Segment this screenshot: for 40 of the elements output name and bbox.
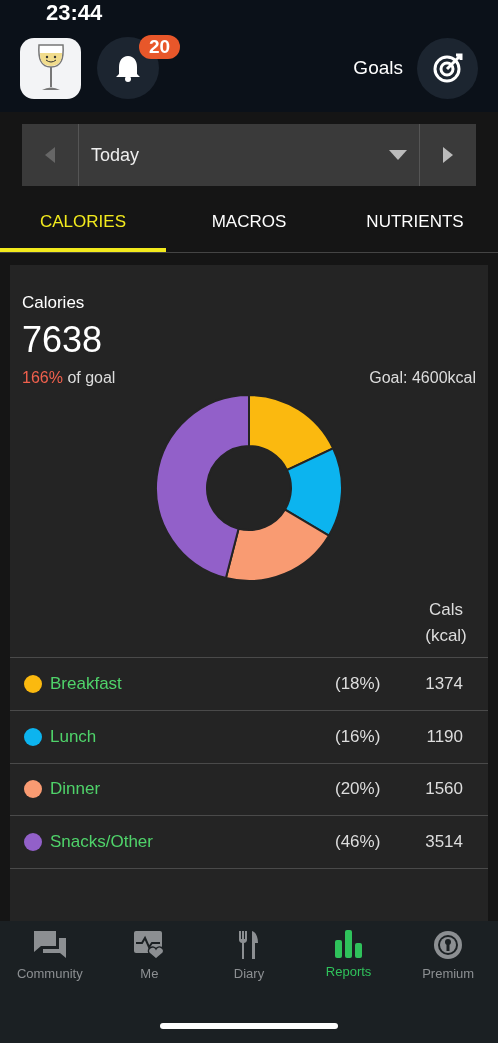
right-triangle-icon (443, 147, 453, 163)
left-triangle-icon (45, 147, 55, 163)
meal-name[interactable]: Dinner (50, 779, 335, 800)
meal-percent: (16%) (335, 726, 382, 747)
meal-percent: (20%) (335, 779, 382, 800)
chat-bubbles-icon (32, 930, 67, 960)
tab[interactable]: CALORIES (0, 196, 166, 252)
heart-monitor-icon (133, 930, 166, 960)
target-icon (431, 52, 464, 84)
meal-percent: (18%) (335, 673, 382, 694)
tab[interactable]: MACROS (166, 196, 332, 252)
meal-calories: 3514 (424, 832, 463, 853)
goals-label: Goals (353, 57, 403, 79)
app-logo[interactable] (20, 37, 81, 99)
bar-chart-icon (334, 930, 363, 958)
column-header: Cals (kcal) (424, 599, 468, 647)
nav-tab[interactable]: Premium (398, 929, 498, 989)
card-title: Calories (22, 293, 86, 313)
goal-value: Goal: 4600kcal (369, 369, 476, 387)
meal-calories: 1190 (425, 726, 463, 747)
date-dropdown[interactable]: Today (78, 124, 420, 186)
meal-percent: (46%) (335, 832, 382, 853)
meal-calories: 1374 (424, 673, 463, 694)
calorie-total: 7638 (22, 319, 104, 361)
nav-tab[interactable]: Diary (199, 929, 299, 989)
status-time: 23:44 (46, 0, 103, 26)
tab[interactable]: NUTRIENTS (332, 196, 498, 252)
meal-name[interactable]: Breakfast (50, 673, 335, 694)
nav-tab[interactable]: Me (99, 929, 200, 989)
meal-name[interactable]: Lunch (50, 726, 335, 747)
nav-tab[interactable]: Reports (298, 929, 399, 989)
nav-tab[interactable]: Community (0, 929, 100, 989)
dropdown-caret-icon (389, 150, 407, 160)
notification-count: 20 (139, 35, 181, 59)
goal-percentage: 166% of goal (22, 369, 116, 387)
keyhole-badge-icon (433, 930, 464, 960)
meal-calories: 1560 (424, 779, 463, 800)
fork-knife-icon (238, 930, 260, 960)
wine-glass-icon (35, 43, 66, 93)
meal-name[interactable]: Snacks/Other (50, 832, 335, 853)
